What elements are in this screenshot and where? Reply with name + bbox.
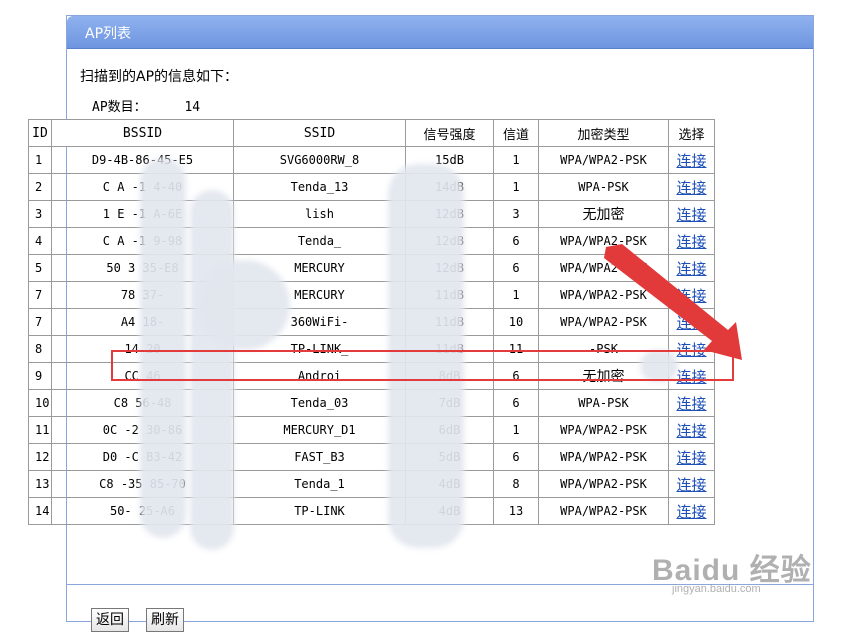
red-arrow-icon — [604, 244, 742, 360]
watermark-url: jingyan.baidu.com — [672, 583, 761, 595]
baidu-watermark: Baidu 经验 jingyan.baidu.com — [652, 545, 812, 595]
annotation-arrow — [604, 244, 742, 360]
